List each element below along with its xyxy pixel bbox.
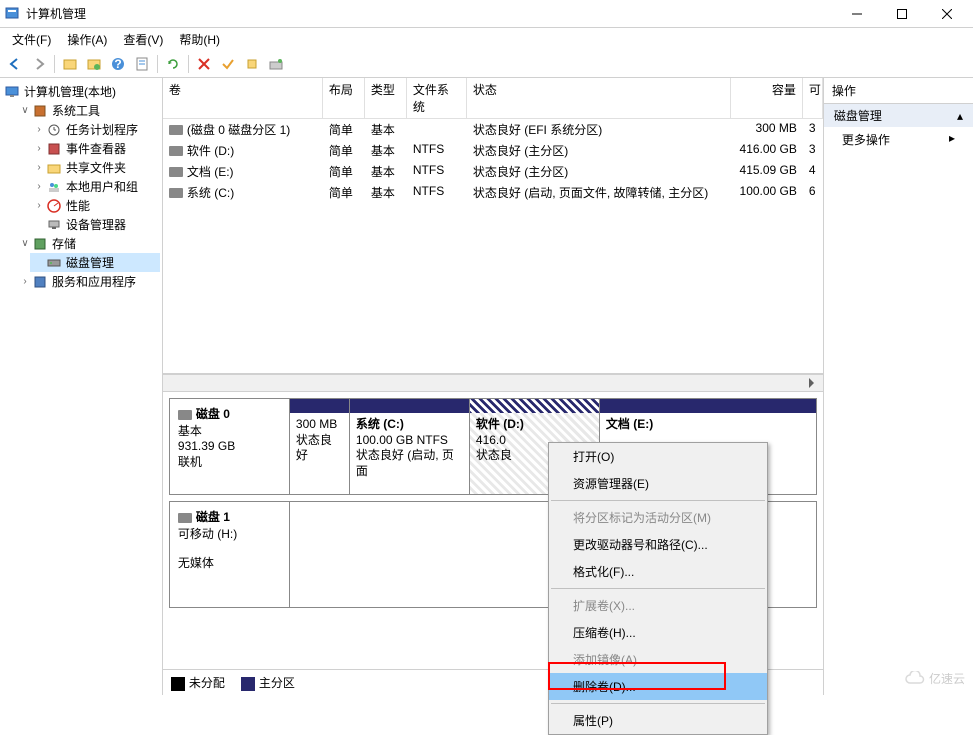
cm-extend: 扩展卷(X)... — [549, 592, 767, 619]
cm-change-letter[interactable]: 更改驱动器号和路径(C)... — [549, 531, 767, 558]
services-icon — [32, 274, 48, 290]
volume-icon — [169, 188, 183, 198]
volume-row[interactable]: 系统 (C:)简单基本NTFS状态良好 (启动, 页面文件, 故障转储, 主分区… — [163, 182, 823, 203]
legend-unallocated-swatch — [171, 677, 185, 691]
toolbar-icon-4[interactable] — [131, 53, 153, 75]
refresh-icon[interactable] — [162, 53, 184, 75]
cm-open[interactable]: 打开(O) — [549, 443, 767, 470]
tree-services[interactable]: › 服务和应用程序 — [16, 272, 160, 291]
tree-disk-management[interactable]: 磁盘管理 — [30, 253, 160, 272]
toolbar-icon-8[interactable] — [265, 53, 287, 75]
cm-delete-volume[interactable]: 删除卷(D)... — [549, 673, 767, 700]
cm-shrink[interactable]: 压缩卷(H)... — [549, 619, 767, 646]
expand-icon[interactable]: › — [32, 181, 46, 192]
volume-header: 卷 布局 类型 文件系统 状态 容量 可 — [163, 78, 823, 119]
folder-icon — [46, 160, 62, 176]
volume-list: 卷 布局 类型 文件系统 状态 容量 可 (磁盘 0 磁盘分区 1)简单基本状态… — [163, 78, 823, 374]
cm-properties[interactable]: 属性(P) — [549, 707, 767, 734]
disk-icon — [178, 410, 192, 420]
toolbar-icon-7[interactable] — [241, 53, 263, 75]
maximize-button[interactable] — [879, 1, 924, 27]
col-volume[interactable]: 卷 — [163, 78, 323, 118]
toolbar-icon-2[interactable] — [83, 53, 105, 75]
disk-1-info[interactable]: 磁盘 1 可移动 (H:) 无媒体 — [170, 502, 290, 607]
menu-bar: 文件(F) 操作(A) 查看(V) 帮助(H) — [0, 28, 973, 50]
expand-icon[interactable]: › — [32, 143, 46, 154]
title-bar: 计算机管理 — [0, 0, 973, 28]
window-title: 计算机管理 — [26, 5, 834, 22]
toolbar-icon-1[interactable] — [59, 53, 81, 75]
volume-row[interactable]: 文档 (E:)简单基本NTFS状态良好 (主分区)415.09 GB4 — [163, 161, 823, 182]
forward-button[interactable] — [28, 53, 50, 75]
context-menu: 打开(O) 资源管理器(E) 将分区标记为活动分区(M) 更改驱动器号和路径(C… — [548, 442, 768, 735]
minimize-button[interactable] — [834, 1, 879, 27]
computer-icon — [4, 84, 20, 100]
col-capacity[interactable]: 容量 — [731, 78, 803, 118]
tree-device-manager[interactable]: 设备管理器 — [30, 215, 160, 234]
expand-icon[interactable]: › — [32, 124, 46, 135]
menu-action[interactable]: 操作(A) — [59, 29, 115, 50]
clock-icon — [46, 122, 62, 138]
volume-icon — [169, 125, 183, 135]
cm-explore[interactable]: 资源管理器(E) — [549, 470, 767, 497]
menu-view[interactable]: 查看(V) — [115, 29, 171, 50]
volume-icon — [169, 167, 183, 177]
tree-shared-folders[interactable]: ›共享文件夹 — [30, 158, 160, 177]
back-button[interactable] — [4, 53, 26, 75]
triangle-up-icon: ▴ — [957, 109, 963, 123]
col-free[interactable]: 可 — [803, 78, 823, 118]
actions-section[interactable]: 磁盘管理 ▴ — [824, 104, 973, 127]
tree-task-scheduler[interactable]: ›任务计划程序 — [30, 120, 160, 139]
col-type[interactable]: 类型 — [365, 78, 407, 118]
delete-icon[interactable] — [193, 53, 215, 75]
perf-icon — [46, 198, 62, 214]
volume-row[interactable]: (磁盘 0 磁盘分区 1)简单基本状态良好 (EFI 系统分区)300 MB3 — [163, 119, 823, 140]
tree-local-users[interactable]: ›本地用户和组 — [30, 177, 160, 196]
volume-icon — [169, 146, 183, 156]
close-button[interactable] — [924, 1, 969, 27]
col-fs[interactable]: 文件系统 — [407, 78, 467, 118]
help-icon[interactable]: ? — [107, 53, 129, 75]
expand-icon[interactable]: › — [32, 200, 46, 211]
check-icon[interactable] — [217, 53, 239, 75]
actions-pane: 操作 磁盘管理 ▴ 更多操作 ▸ — [824, 78, 973, 695]
disk-0-info[interactable]: 磁盘 0 基本 931.39 GB 联机 — [170, 399, 290, 494]
collapse-icon[interactable]: ∨ — [18, 238, 32, 249]
users-icon — [46, 179, 62, 195]
disk-icon — [46, 255, 62, 271]
storage-icon — [32, 236, 48, 252]
navigation-tree: 计算机管理(本地) ∨ 系统工具 ›任务计划程序 ›事件查看器 ›共享文件夹 ›… — [0, 78, 163, 695]
menu-help[interactable]: 帮助(H) — [171, 29, 228, 50]
watermark: 亿速云 — [905, 670, 965, 687]
cm-mirror: 添加镜像(A)... — [549, 646, 767, 673]
col-layout[interactable]: 布局 — [323, 78, 365, 118]
tools-icon — [32, 103, 48, 119]
expand-icon[interactable]: › — [32, 162, 46, 173]
chevron-right-icon: ▸ — [949, 131, 955, 148]
disk-icon — [178, 513, 192, 523]
svg-text:?: ? — [114, 57, 121, 71]
cm-format[interactable]: 格式化(F)... — [549, 558, 767, 585]
volume-row[interactable]: 软件 (D:)简单基本NTFS状态良好 (主分区)416.00 GB3 — [163, 140, 823, 161]
partition-efi[interactable]: 300 MB状态良好 — [290, 399, 350, 494]
tree-root[interactable]: 计算机管理(本地) — [2, 82, 160, 101]
partition-c[interactable]: 系统 (C:)100.00 GB NTFS状态良好 (启动, 页面 — [350, 399, 470, 494]
col-status[interactable]: 状态 — [467, 78, 731, 118]
app-icon — [4, 6, 20, 22]
cm-mark-active: 将分区标记为活动分区(M) — [549, 504, 767, 531]
expand-icon[interactable]: › — [18, 276, 32, 287]
tree-storage[interactable]: ∨ 存储 — [16, 234, 160, 253]
actions-more[interactable]: 更多操作 ▸ — [824, 127, 973, 152]
device-icon — [46, 217, 62, 233]
toolbar: ? — [0, 50, 973, 78]
tree-event-viewer[interactable]: ›事件查看器 — [30, 139, 160, 158]
menu-file[interactable]: 文件(F) — [4, 29, 59, 50]
collapse-icon[interactable]: ∨ — [18, 105, 32, 116]
actions-header: 操作 — [824, 78, 973, 104]
legend-primary-swatch — [241, 677, 255, 691]
tree-performance[interactable]: ›性能 — [30, 196, 160, 215]
tree-system-tools[interactable]: ∨ 系统工具 — [16, 101, 160, 120]
event-icon — [46, 141, 62, 157]
horizontal-scrollbar[interactable] — [163, 374, 823, 392]
